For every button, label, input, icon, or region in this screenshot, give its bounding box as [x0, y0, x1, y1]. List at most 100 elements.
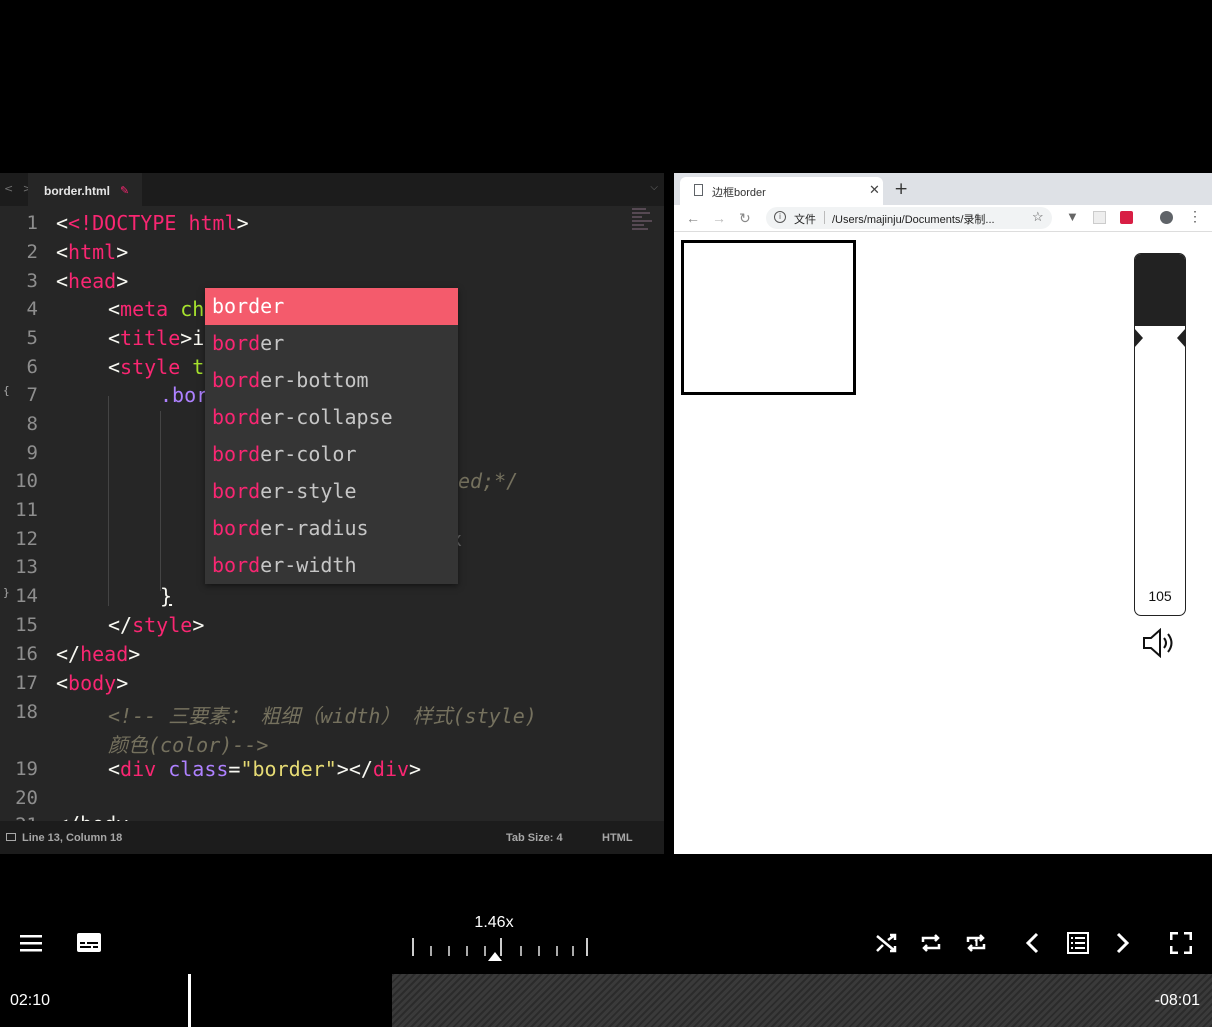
progress-bar[interactable]	[0, 974, 1212, 1027]
tag-head-close: head	[80, 642, 129, 666]
line-number: 15	[15, 614, 38, 636]
code-line: <body>	[56, 671, 129, 695]
autocomplete-item[interactable]: border-radius	[205, 510, 458, 547]
speaker-icon[interactable]	[1142, 628, 1178, 658]
browser-window: 边框border ✕ + ← → ↻ i 文件 /Users/majinju/D…	[674, 173, 1212, 854]
fold-close-icon[interactable]: }	[3, 586, 10, 599]
repeat-icon[interactable]	[919, 932, 943, 954]
comment-line: <!-- 三要素： 粗细（width） 样式(style)	[108, 704, 537, 728]
ac-rest: er-bottom	[260, 368, 369, 392]
fullscreen-icon[interactable]	[1170, 932, 1192, 954]
code-line: <meta ch	[108, 297, 205, 321]
new-tab-plus-icon[interactable]: +	[894, 179, 908, 199]
repeat-one-icon[interactable]	[964, 932, 988, 954]
reload-icon[interactable]: ↻	[739, 210, 751, 227]
line-number: 16	[15, 643, 38, 665]
progress-playhead[interactable]	[188, 974, 191, 1027]
autocomplete-item[interactable]: border	[205, 288, 458, 325]
ac-rest: er	[260, 331, 285, 355]
extension-icon[interactable]	[1093, 211, 1106, 224]
line-number: 20	[15, 787, 38, 809]
profile-avatar-icon[interactable]	[1160, 211, 1173, 224]
back-arrow-icon[interactable]: ←	[686, 210, 700, 226]
extension-fe-icon[interactable]	[1120, 211, 1133, 224]
line-number: 10	[15, 470, 38, 492]
indent-guide	[108, 396, 109, 606]
time-elapsed: 02:10	[10, 992, 51, 1009]
modified-pencil-icon: ✎	[120, 184, 130, 197]
info-icon[interactable]: i	[774, 211, 786, 223]
autocomplete-item[interactable]: border	[205, 325, 458, 362]
code-line: </style>	[108, 613, 205, 637]
url-text[interactable]: /Users/majinju/Documents/录制...	[832, 211, 995, 227]
extension-vue-icon[interactable]: ▼	[1066, 209, 1079, 224]
doctype-keyword: DOCTYPE	[92, 211, 177, 235]
ac-rest: er-style	[260, 479, 357, 503]
progress-remaining	[392, 974, 1212, 1027]
page-icon	[694, 184, 703, 196]
tag-end: ></	[336, 757, 373, 781]
syntax-mode[interactable]: HTML	[602, 832, 633, 844]
ac-rest: er-radius	[260, 516, 369, 540]
panel-toggle-icon[interactable]	[6, 833, 16, 841]
speed-indicator-icon[interactable]	[488, 952, 502, 961]
line-number: 8	[26, 413, 38, 435]
playlist-icon[interactable]	[1067, 932, 1089, 954]
editor-tab-border-html[interactable]: border.html ✎	[28, 173, 142, 206]
fold-open-icon[interactable]: {	[3, 384, 10, 397]
code-line: <!-- 三要素： 粗细（width） 样式(style)	[108, 700, 537, 729]
attr-class: class	[156, 757, 229, 781]
autocomplete-item[interactable]: border-bottom	[205, 362, 458, 399]
line-number: 18	[15, 701, 38, 723]
tag-meta: meta	[120, 297, 169, 321]
ac-match: bord	[212, 405, 261, 429]
close-icon[interactable]: ✕	[869, 182, 880, 198]
autocomplete-item[interactable]: border-collapse	[205, 399, 458, 436]
autocomplete-popup[interactable]: border border border-bottom border-colla…	[205, 288, 458, 584]
ac-match: bord	[212, 331, 261, 355]
ac-match: bord	[212, 368, 261, 392]
file-scheme-label: 文件	[794, 214, 816, 226]
indent-guide	[160, 411, 161, 591]
menu-hamburger-icon[interactable]	[20, 934, 42, 952]
editor-tab-label: border.html	[44, 184, 111, 198]
tag-div: div	[120, 757, 157, 781]
line-number: 19	[15, 758, 38, 780]
ac-rest: er-width	[260, 553, 357, 577]
menu-kebab-icon[interactable]: ⋮	[1188, 208, 1202, 225]
cursor-position[interactable]: Line 13, Column 18	[22, 832, 122, 844]
code-line: <html>	[56, 240, 129, 264]
next-chevron-icon[interactable]	[1116, 932, 1130, 954]
divider	[824, 211, 825, 224]
line-number: 11	[15, 499, 38, 521]
bookmark-star-icon[interactable]: ☆	[1032, 209, 1044, 225]
doctype-open: <!	[68, 211, 93, 235]
tab-dropdown-chevron-icon[interactable]: ⌵	[650, 182, 658, 193]
subtitles-icon[interactable]	[77, 933, 101, 952]
shuffle-icon[interactable]	[875, 932, 897, 954]
previous-chevron-icon[interactable]	[1025, 932, 1039, 954]
ac-rest: er	[260, 294, 285, 318]
code-area[interactable]: 1 2 3 4 5 6 7 8 9 10 11 12 13 14 15 16 1…	[0, 206, 664, 836]
video-player-controls: 1.46x 02:10 -08:01	[0, 854, 1212, 1027]
code-line: <head>	[56, 269, 129, 293]
ac-rest: er-collapse	[260, 405, 393, 429]
code-line: 颜色(color)-->	[108, 729, 268, 758]
volume-slider[interactable]: 105	[1134, 253, 1186, 616]
playback-speed-slider[interactable]	[408, 938, 592, 961]
browser-tab[interactable]: 边框border ✕	[680, 177, 883, 205]
line-number: 3	[26, 270, 38, 292]
tag-div-close: div	[372, 757, 410, 781]
volume-slider-fill	[1135, 254, 1185, 326]
autocomplete-item[interactable]: border-style	[205, 473, 458, 510]
volume-handle-left[interactable]	[1134, 328, 1143, 348]
autocomplete-item[interactable]: border-color	[205, 436, 458, 473]
equals: =	[228, 757, 241, 781]
tab-size[interactable]: Tab Size: 4	[506, 832, 563, 844]
autocomplete-item[interactable]: border-width	[205, 547, 458, 584]
line-number: 4	[26, 298, 38, 320]
forward-arrow-icon[interactable]: →	[712, 210, 726, 226]
volume-handle-right[interactable]	[1177, 328, 1186, 348]
address-bar[interactable]: i 文件 /Users/majinju/Documents/录制... ☆	[766, 207, 1052, 229]
line-number: 17	[15, 672, 38, 694]
